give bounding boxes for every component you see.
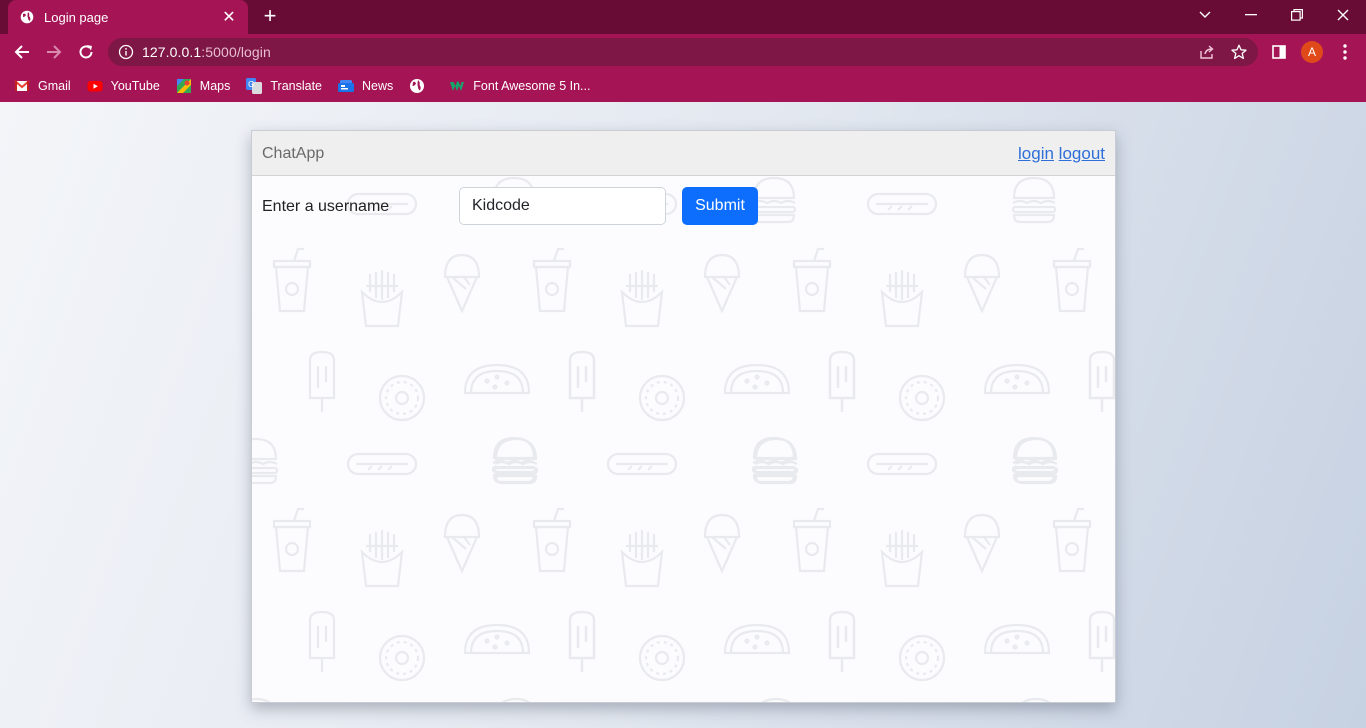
close-window-icon[interactable]	[1320, 0, 1366, 30]
bookmark-star-icon[interactable]	[1230, 43, 1248, 61]
minimize-icon[interactable]	[1228, 0, 1274, 30]
bookmark-gmail[interactable]: Gmail	[14, 78, 71, 94]
logout-link[interactable]: logout	[1059, 144, 1105, 163]
share-icon[interactable]	[1198, 43, 1216, 61]
font-awesome-icon	[449, 78, 465, 94]
svg-text:G: G	[248, 80, 254, 89]
bookmark-youtube[interactable]: YouTube	[87, 78, 160, 94]
page-viewport: ChatApp login logout Enter a username Su…	[0, 102, 1366, 728]
back-icon[interactable]	[10, 40, 34, 64]
tab-close-icon[interactable]: ✕	[220, 7, 238, 27]
nav-links: login logout	[1018, 144, 1105, 164]
bookmark-news[interactable]: News	[338, 78, 393, 94]
login-link[interactable]: login	[1018, 144, 1054, 163]
tab-strip: Login page ✕ +	[0, 0, 1366, 34]
forward-icon[interactable]	[42, 40, 66, 64]
bookmark-translate[interactable]: G Translate	[246, 78, 322, 94]
news-icon	[338, 78, 355, 94]
url-text[interactable]: 127.0.0.1:5000/login	[142, 44, 271, 60]
tab-search-chevron-icon[interactable]	[1182, 0, 1228, 30]
bookmark-label: News	[362, 79, 394, 93]
profile-avatar[interactable]: A	[1301, 41, 1323, 63]
globe-icon	[409, 78, 425, 94]
app-brand[interactable]: ChatApp	[262, 145, 324, 163]
site-info-icon[interactable]	[118, 44, 134, 60]
bookmark-label: YouTube	[110, 79, 160, 93]
translate-icon: G	[246, 78, 263, 94]
new-tab-button[interactable]: +	[259, 5, 281, 29]
bookmarks-bar: Gmail YouTube Maps G Translate News Font…	[0, 70, 1366, 102]
username-input[interactable]	[459, 187, 666, 225]
bookmark-label: Translate	[270, 79, 323, 93]
address-bar[interactable]: 127.0.0.1:5000/login	[108, 38, 1258, 66]
gmail-icon	[14, 78, 30, 94]
globe-icon	[20, 10, 34, 24]
browser-tab[interactable]: Login page ✕	[8, 0, 248, 34]
restore-icon[interactable]	[1274, 0, 1320, 30]
bookmark-label: Font Awesome 5 In...	[473, 79, 591, 93]
bookmark-maps[interactable]: Maps	[176, 78, 231, 94]
chat-app-container: ChatApp login logout Enter a username Su…	[251, 130, 1116, 703]
bookmark-font-awesome[interactable]: Font Awesome 5 In...	[449, 78, 590, 94]
side-panel-icon[interactable]	[1268, 41, 1290, 63]
reload-icon[interactable]	[74, 40, 98, 64]
url-path: :5000/login	[201, 44, 271, 60]
app-navbar: ChatApp login logout	[252, 131, 1115, 176]
url-host: 127.0.0.1	[142, 44, 202, 60]
bookmark-label: Gmail	[38, 79, 71, 93]
maps-icon	[176, 78, 192, 94]
browser-menu-icon[interactable]	[1334, 41, 1356, 63]
youtube-icon	[87, 78, 103, 94]
submit-button[interactable]: Submit	[682, 187, 758, 225]
bookmark-label: Maps	[199, 79, 231, 93]
tab-title: Login page	[44, 9, 109, 25]
food-doodle-background	[252, 176, 1116, 703]
username-label: Enter a username	[262, 198, 390, 215]
bookmark-globe[interactable]	[409, 78, 433, 94]
